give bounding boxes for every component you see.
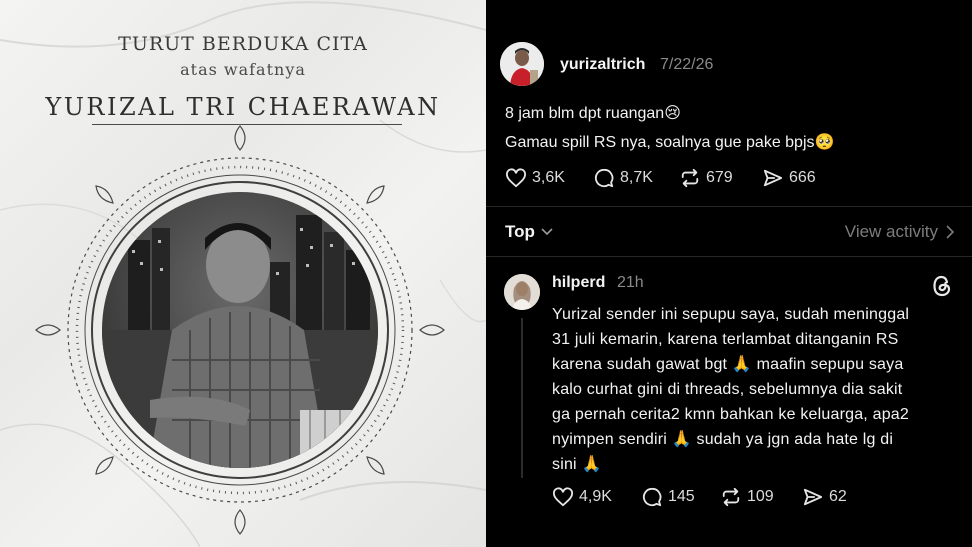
reply-comment-count: 145 xyxy=(668,488,695,505)
reply-repost-count: 109 xyxy=(747,488,774,505)
reply-text-line: ga pernah cerita2 kmn bahkan ke keluarga… xyxy=(552,406,909,423)
post-username[interactable]: yurizaltrich xyxy=(560,56,645,74)
repost-icon xyxy=(681,168,699,188)
deceased-photo xyxy=(102,192,378,468)
heart-icon xyxy=(506,168,526,188)
comment-icon xyxy=(595,168,614,188)
like-button[interactable]: 3,6K xyxy=(505,168,565,188)
reply-text-segment: maafin sepupu saya xyxy=(756,356,904,373)
repost-button[interactable]: 679 xyxy=(679,168,733,188)
reply-text-segment: nyimpen sendiri xyxy=(552,431,668,448)
reply-text-line: 31 juli kemarin, karena terlambat ditang… xyxy=(552,331,899,348)
reply-share-button[interactable]: 62 xyxy=(802,487,847,507)
post-text-line2-content: Gamau spill RS nya, soalnya gue pake bpj… xyxy=(505,134,815,151)
share-icon xyxy=(803,488,823,506)
reply-repost-button[interactable]: 109 xyxy=(720,487,774,507)
reply-username[interactable]: hilperd xyxy=(552,274,605,292)
like-count: 3,6K xyxy=(532,169,565,186)
repost-count: 679 xyxy=(706,169,733,186)
divider xyxy=(486,206,972,207)
folded-hands-emoji: 🙏 xyxy=(731,356,752,373)
reply-text-line: Yurizal sender ini sepupu saya, sudah me… xyxy=(552,306,910,323)
threads-logo-icon[interactable] xyxy=(931,274,953,298)
reply-text-line: karena sudah gawat bgt 🙏 maafin sepupu s… xyxy=(552,353,903,377)
chevron-down-icon xyxy=(541,228,553,236)
reply-text-line: kalo curhat gini di threads, sebelumnya … xyxy=(552,381,903,398)
comment-count: 8,7K xyxy=(620,169,653,186)
view-activity-label: View activity xyxy=(844,222,938,241)
reply-avatar[interactable] xyxy=(504,274,540,310)
threads-panel: yurizaltrich 7/22/26 8 jam blm dpt ruang… xyxy=(486,0,972,547)
avatar[interactable] xyxy=(500,42,544,86)
reply-like-button[interactable]: 4,9K xyxy=(552,487,612,507)
memorial-card: TURUT BERDUKA CITA atas wafatnya YURIZAL… xyxy=(0,0,486,547)
thread-connector-line xyxy=(521,318,523,478)
folded-hands-emoji: 🙏 xyxy=(581,456,602,473)
reply-text-line: sini 🙏 xyxy=(552,453,602,477)
photo-frame xyxy=(35,125,445,535)
reply-text-segment: sini xyxy=(552,456,577,473)
post-text-line1-content: 8 jam blm dpt ruangan xyxy=(505,105,665,122)
comment-button[interactable]: 8,7K xyxy=(593,168,653,188)
reply-like-count: 4,9K xyxy=(579,488,612,505)
view-activity-link[interactable]: View activity xyxy=(845,222,954,242)
crying-face-emoji: 😢 xyxy=(664,105,681,122)
chevron-right-icon xyxy=(946,225,954,239)
post-text-line1: 8 jam blm dpt ruangan😢 xyxy=(505,102,681,126)
reply-text-line: nyimpen sendiri 🙏 sudah ya jgn ada hate … xyxy=(552,428,893,452)
divider xyxy=(486,256,972,257)
heart-icon xyxy=(553,487,573,507)
sort-label: Top xyxy=(505,222,535,241)
reply-text-segment: karena sudah gawat bgt xyxy=(552,356,728,373)
reply-text-segment: sudah ya jgn ada hate lg di xyxy=(696,431,894,448)
reply-share-count: 62 xyxy=(829,488,847,505)
repost-icon xyxy=(722,487,740,507)
post-timestamp: 7/22/26 xyxy=(660,56,714,73)
share-button[interactable]: 666 xyxy=(762,168,816,188)
share-count: 666 xyxy=(789,169,816,186)
comment-icon xyxy=(643,487,662,507)
share-icon xyxy=(763,169,783,187)
reply-timestamp: 21h xyxy=(617,274,644,291)
pleading-face-emoji: 🥺 xyxy=(814,134,835,151)
post-text-line2: Gamau spill RS nya, soalnya gue pake bpj… xyxy=(505,131,834,155)
reply-comment-button[interactable]: 145 xyxy=(641,487,695,507)
sort-dropdown[interactable]: Top xyxy=(505,222,553,242)
folded-hands-emoji: 🙏 xyxy=(671,431,692,448)
